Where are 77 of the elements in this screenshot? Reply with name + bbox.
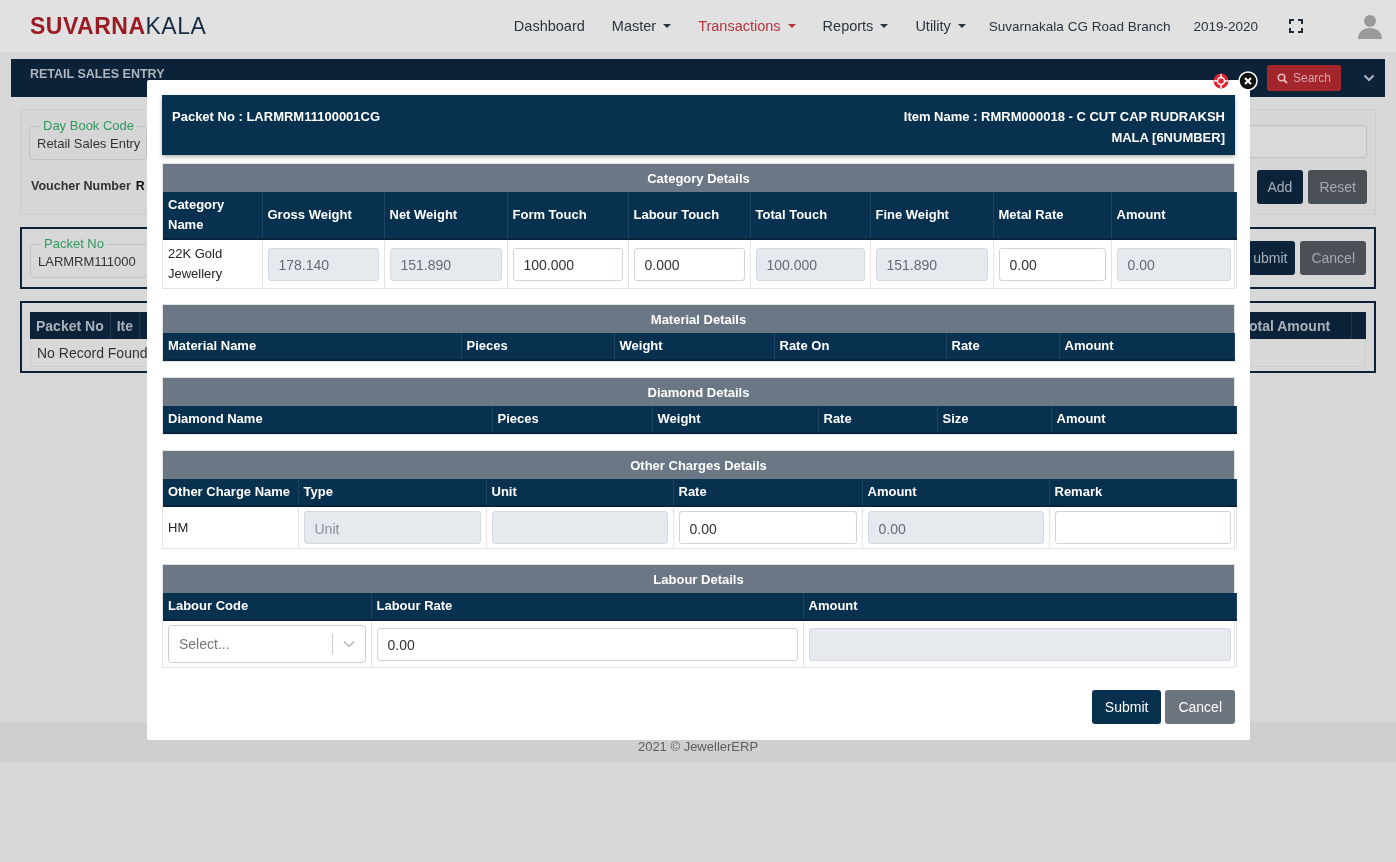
column-header: Size xyxy=(937,406,1051,433)
submit-button[interactable]: Submit xyxy=(1091,690,1162,724)
search-icon[interactable] xyxy=(1276,72,1288,84)
submit-button[interactable]: ubmit xyxy=(1248,241,1296,275)
empty-message: No Record Found xyxy=(37,345,148,361)
item-name: Item Name : RMRM000018 - C CUT CAP RUDRAKSH MALA [6NUMBER] xyxy=(902,108,1225,147)
packet-number: Packet No : LARMRM11100001CG xyxy=(172,108,381,126)
day-book-code-field[interactable]: Retail Sales Entry xyxy=(30,135,146,157)
column-header: Amount xyxy=(1111,192,1236,239)
user-avatar-icon[interactable] xyxy=(1356,12,1384,40)
column-header: Rate xyxy=(818,406,937,433)
dropdown-field[interactable]: Select... xyxy=(168,625,366,663)
column-header: Net Weight xyxy=(384,192,507,239)
section-heading: Labour Details xyxy=(653,571,744,587)
voucher-number-label: Voucher Number xyxy=(31,179,131,193)
search-button[interactable]: Search xyxy=(1266,65,1341,91)
column-header: Labour Rate xyxy=(371,593,803,620)
packet-no-field[interactable]: LARMRM111000 xyxy=(31,253,147,275)
reset-button[interactable]: Reset xyxy=(1308,170,1367,204)
column-header: Unit xyxy=(486,479,673,506)
column-header: Rate On xyxy=(774,333,946,360)
input-field[interactable]: 0.00 xyxy=(376,627,798,661)
column-header: Ite xyxy=(110,312,141,339)
column-header: Gross Weight xyxy=(262,192,384,239)
column-header: Other Charge Name xyxy=(163,479,298,506)
section-heading: Diamond Details xyxy=(647,384,750,400)
section-heading: Other Charges Details xyxy=(630,457,767,473)
branch-name[interactable]: Suvarnakala CG Road Branch xyxy=(988,18,1171,34)
financial-year[interactable]: 2019-2020 xyxy=(1193,18,1258,34)
column-header: Remark xyxy=(1049,479,1236,506)
column-header: Diamond Name xyxy=(163,406,492,433)
column-header: Pieces xyxy=(461,333,614,360)
column-header: Rate xyxy=(946,333,1059,360)
voucher-number-value: R xyxy=(135,179,145,193)
column-header: Metal Rate xyxy=(993,192,1111,239)
brand-logo: SUVARNAKALA xyxy=(30,12,207,40)
table-cell-text: 22K Gold Jewellery xyxy=(168,245,224,283)
fullscreen-icon[interactable] xyxy=(1289,19,1303,33)
input-field[interactable] xyxy=(1054,511,1231,544)
column-header: Labour Code xyxy=(163,593,371,620)
footer-text: 2021 © JewellerERP xyxy=(637,738,759,754)
nav-menu-item[interactable]: Dashboard xyxy=(513,18,585,34)
column-header: Weight xyxy=(652,406,818,433)
input-field[interactable]: 0.00 xyxy=(998,247,1106,281)
dropdown-caret-icon[interactable] xyxy=(342,640,355,648)
close-icon[interactable] xyxy=(1238,71,1258,91)
column-header: Form Touch xyxy=(507,192,628,239)
field-label: Day Book Code xyxy=(40,118,138,134)
chevron-down-icon[interactable] xyxy=(1363,74,1375,82)
nav-menu-item[interactable]: Transactions xyxy=(698,18,796,34)
section-heading: Material Details xyxy=(650,311,747,327)
section-heading: Category Details xyxy=(647,170,750,186)
column-header: Total Touch xyxy=(750,192,870,239)
input-field[interactable]: 0.000 xyxy=(633,247,745,281)
table-cell-text: HM xyxy=(168,518,190,537)
column-header: Pieces xyxy=(492,406,652,433)
column-header: Labour Touch xyxy=(628,192,750,239)
nav-menu-item[interactable]: Utility xyxy=(915,18,966,34)
nav-menu-item[interactable]: Reports xyxy=(822,18,889,34)
column-header: Type xyxy=(298,479,486,506)
crosshair-icon[interactable] xyxy=(1213,73,1229,89)
column-header: Material Name xyxy=(163,333,461,360)
column-header: Rate xyxy=(673,479,862,506)
column-header: Amount xyxy=(862,479,1049,506)
page-title: RETAIL SALES ENTRY xyxy=(30,67,165,81)
cancel-button[interactable]: Cancel xyxy=(1165,690,1235,724)
input-field[interactable]: 0.00 xyxy=(678,511,857,544)
column-header: Packet No xyxy=(30,312,111,339)
nav-menu-item[interactable]: Master xyxy=(611,18,672,34)
column-header: Weight xyxy=(614,333,774,360)
input-field[interactable]: 100.000 xyxy=(512,247,623,281)
column-header: Amount xyxy=(803,593,1236,620)
column-header: Fine Weight xyxy=(870,192,993,239)
add-button[interactable]: Add xyxy=(1256,170,1304,204)
column-header: Amount xyxy=(1051,406,1236,433)
column-header: Amount xyxy=(1059,333,1234,360)
column-header: Category Name xyxy=(163,192,262,239)
